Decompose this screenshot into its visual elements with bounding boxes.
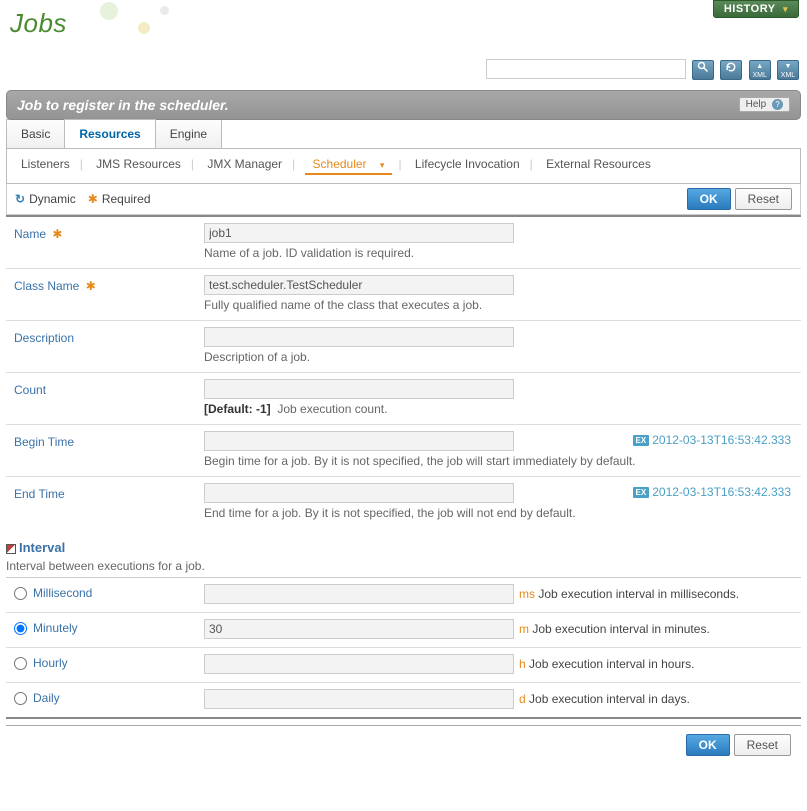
name-hint: Name of a job. ID validation is required…: [204, 246, 793, 260]
subtab-external-resources[interactable]: External Resources: [542, 157, 655, 171]
minutely-label: Minutely: [33, 621, 78, 635]
daily-unit: d: [519, 692, 526, 706]
daily-label: Daily: [33, 691, 60, 705]
hourly-unit: h: [519, 657, 526, 671]
tab-basic[interactable]: Basic: [6, 119, 65, 148]
tab-resources[interactable]: Resources: [64, 119, 155, 148]
millisecond-input[interactable]: [204, 584, 514, 604]
daily-input[interactable]: [204, 689, 514, 709]
section-title: Job to register in the scheduler.: [17, 97, 229, 113]
minutely-input[interactable]: [204, 619, 514, 639]
help-button[interactable]: Help ?: [739, 97, 790, 112]
description-label: Description: [14, 331, 74, 345]
count-label: Count: [14, 383, 46, 397]
subtab-listeners[interactable]: Listeners: [17, 157, 74, 171]
search-input[interactable]: [486, 59, 686, 79]
hourly-label: Hourly: [33, 656, 68, 670]
millisecond-unit: ms: [519, 587, 535, 601]
begintime-hint: Begin time for a job. By it is not speci…: [204, 454, 793, 468]
dynamic-icon: ↻: [15, 192, 25, 206]
name-input[interactable]: [204, 223, 514, 243]
required-icon: ✱: [86, 279, 96, 293]
dynamic-label: Dynamic: [29, 192, 76, 206]
name-label: Name: [14, 227, 46, 241]
help-icon: ?: [772, 99, 783, 110]
subtab-lifecycle-invocation[interactable]: Lifecycle Invocation: [411, 157, 524, 171]
endtime-hint: End time for a job. By it is not specifi…: [204, 506, 793, 520]
ok-button-top[interactable]: OK: [687, 188, 731, 210]
classname-hint: Fully qualified name of the class that e…: [204, 298, 793, 312]
subtab-jms-resources[interactable]: JMS Resources: [92, 157, 185, 171]
description-hint: Description of a job.: [204, 350, 793, 364]
endtime-input[interactable]: [204, 483, 514, 503]
hourly-hint: Job execution interval in hours.: [529, 657, 694, 671]
required-icon: ✱: [52, 227, 62, 241]
tab-engine[interactable]: Engine: [155, 119, 222, 148]
minutely-hint: Job execution interval in minutes.: [532, 622, 709, 636]
chevron-down-icon: ▾: [376, 160, 389, 171]
history-button[interactable]: HISTORY ▾: [713, 0, 799, 18]
ok-button-bottom[interactable]: OK: [686, 734, 730, 756]
description-input[interactable]: [204, 327, 514, 347]
minutely-unit: m: [519, 622, 529, 636]
endtime-example: EX2012-03-13T16:53:42.333: [633, 485, 791, 499]
subtab-jmx-manager[interactable]: JMX Manager: [203, 157, 286, 171]
help-label: Help: [746, 99, 767, 110]
begintime-example: EX2012-03-13T16:53:42.333: [633, 433, 791, 447]
endtime-label: End Time: [14, 487, 65, 501]
count-input[interactable]: [204, 379, 514, 399]
xml-export-icon[interactable]: ▲XML: [749, 60, 771, 80]
daily-radio[interactable]: [14, 692, 27, 705]
history-label: HISTORY: [724, 3, 776, 15]
required-label: Required: [102, 192, 151, 206]
count-default: [Default: -1]: [204, 402, 271, 416]
begintime-input[interactable]: [204, 431, 514, 451]
millisecond-hint: Job execution interval in milliseconds.: [538, 587, 739, 601]
section-header: Job to register in the scheduler. Help ?: [6, 90, 801, 120]
reset-button-bottom[interactable]: Reset: [734, 734, 791, 756]
interval-title: Interval: [19, 540, 65, 555]
millisecond-label: Millisecond: [33, 586, 92, 600]
classname-input[interactable]: [204, 275, 514, 295]
count-hint: Job execution count.: [277, 402, 387, 416]
required-icon: ✱: [88, 192, 98, 206]
chevron-down-icon: ▾: [783, 4, 788, 14]
millisecond-radio[interactable]: [14, 587, 27, 600]
refresh-icon[interactable]: [720, 60, 742, 80]
daily-hint: Job execution interval in days.: [529, 692, 690, 706]
reset-button-top[interactable]: Reset: [735, 188, 792, 210]
hourly-radio[interactable]: [14, 657, 27, 670]
search-icon[interactable]: [692, 60, 714, 80]
page-title: Jobs: [0, 0, 807, 45]
hourly-input[interactable]: [204, 654, 514, 674]
section-flag-icon: [6, 544, 16, 554]
interval-subtitle: Interval between executions for a job.: [6, 559, 801, 573]
xml-import-icon[interactable]: ▼XML: [777, 60, 799, 80]
begintime-label: Begin Time: [14, 435, 74, 449]
classname-label: Class Name: [14, 279, 79, 293]
subtab-scheduler[interactable]: Scheduler ▾: [305, 157, 393, 175]
minutely-radio[interactable]: [14, 622, 27, 635]
